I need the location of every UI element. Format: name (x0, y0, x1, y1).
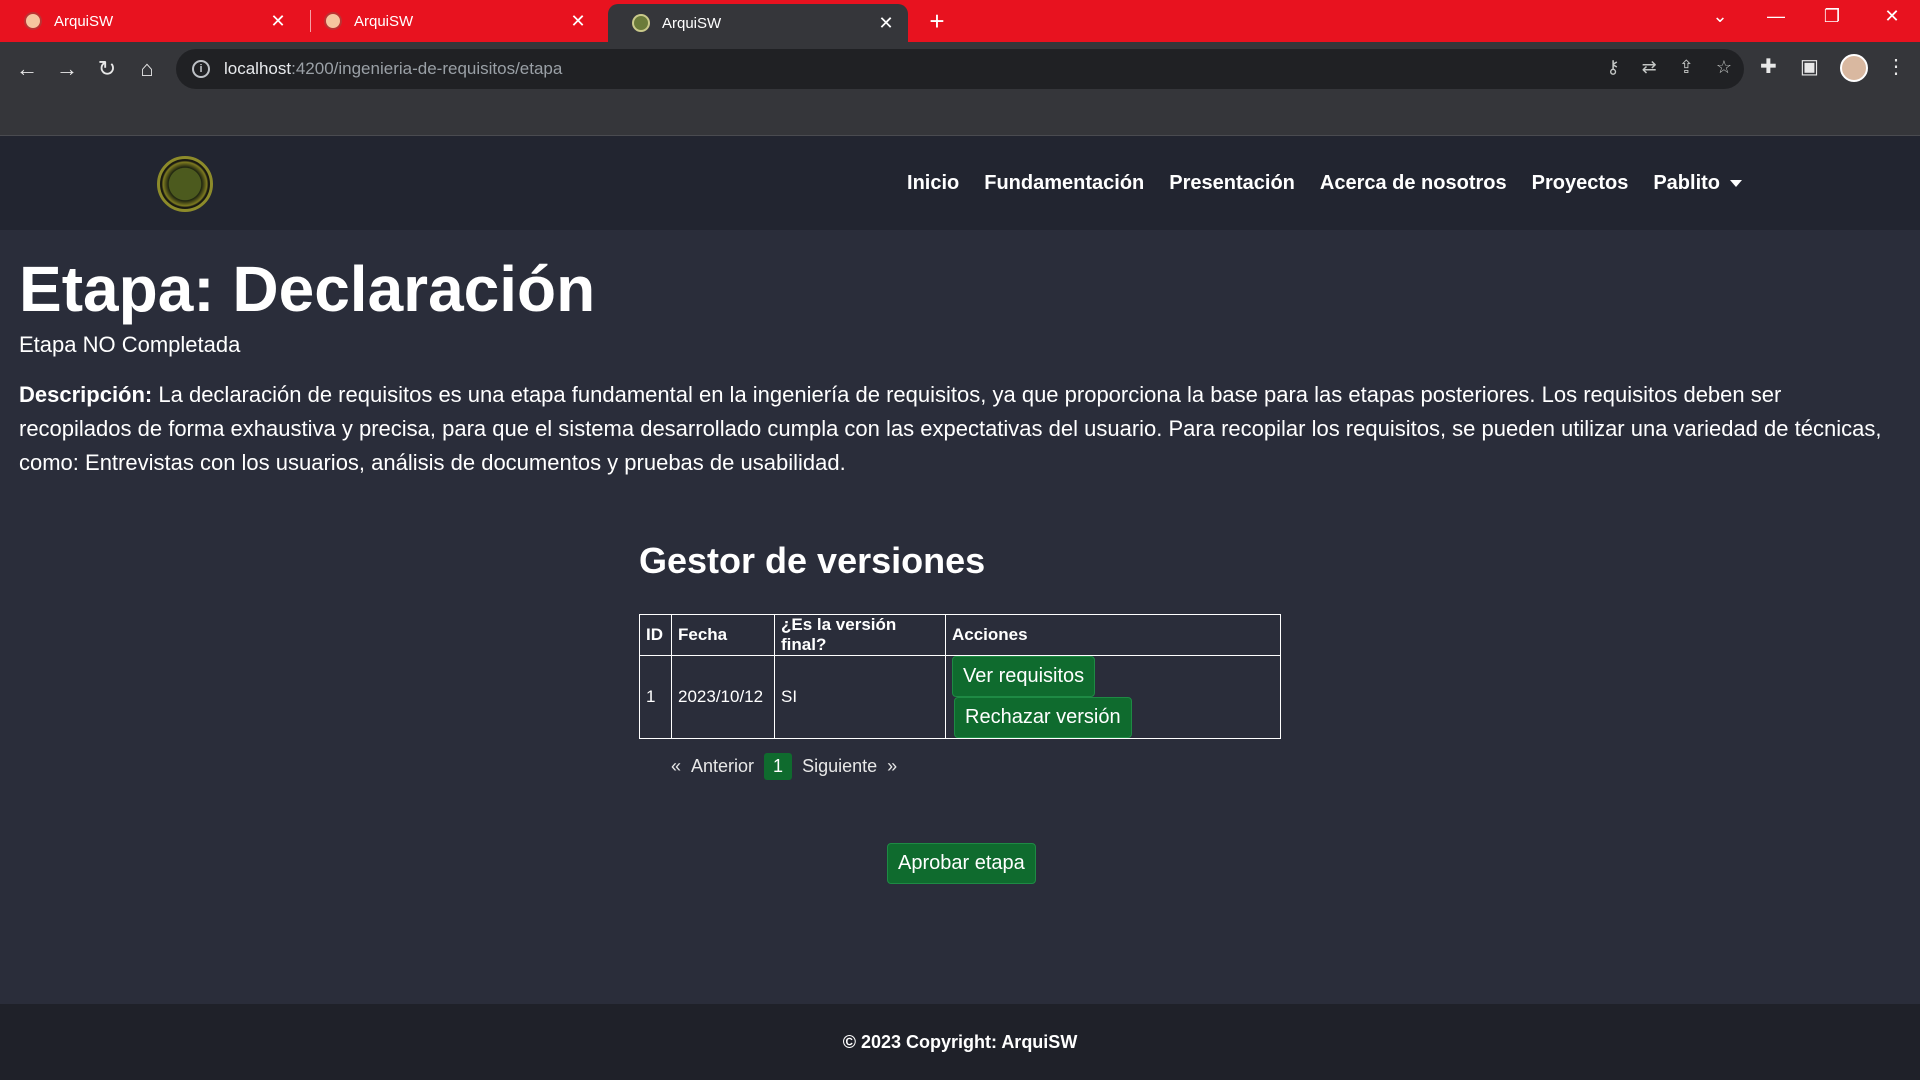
share-icon[interactable]: ⇪ (1679, 57, 1694, 78)
main-content: Etapa: Declaración Etapa NO Completada D… (19, 230, 1899, 480)
star-icon[interactable]: ☆ (1716, 57, 1732, 78)
tab-title: ArquiSW (54, 12, 114, 30)
pager-last[interactable]: » (887, 756, 897, 777)
browser-tab-active[interactable]: ArquiSW ✕ (608, 4, 908, 42)
nav-link-inicio[interactable]: Inicio (907, 172, 959, 195)
site-favicon-icon (324, 12, 342, 30)
restore-icon[interactable]: ❐ (1812, 6, 1852, 27)
cell-final: SI (774, 655, 946, 739)
pager-current-page[interactable]: 1 (764, 753, 793, 780)
minimize-icon[interactable]: — (1756, 6, 1796, 27)
extensions-icon[interactable]: ✚ (1760, 54, 1777, 79)
footer: © 2023 Copyright: ArquiSW (0, 1004, 1920, 1080)
tab-title: ArquiSW (354, 12, 414, 30)
nav-link-presentacion[interactable]: Presentación (1169, 172, 1295, 195)
tab-search-chevron-icon[interactable]: ⌄ (1700, 6, 1740, 27)
tab-title: ArquiSW (662, 14, 722, 32)
version-manager: Gestor de versiones ID Fecha ¿Es la vers… (639, 540, 1281, 780)
stage-status: Etapa NO Completada (19, 332, 241, 357)
user-dropdown[interactable]: Pablito (1653, 172, 1742, 195)
url-path: :4200/ingenieria-de-requisitos/etapa (291, 59, 563, 78)
column-header-fecha: Fecha (671, 614, 775, 656)
key-icon[interactable]: ⚷ (1606, 57, 1619, 78)
approve-stage-button[interactable]: Aprobar etapa (887, 843, 1036, 884)
reload-icon[interactable]: ↻ (92, 54, 122, 84)
close-icon[interactable]: ✕ (568, 11, 588, 32)
site-favicon-icon (24, 12, 42, 30)
profile-avatar[interactable] (1840, 54, 1868, 82)
reject-version-button[interactable]: Rechazar versión (954, 697, 1132, 738)
table-header-row: ID Fecha ¿Es la versión final? Acciones (639, 614, 1281, 656)
description-label: Descripción: (19, 382, 153, 407)
site-info-icon[interactable]: i (192, 60, 210, 78)
browser-tab[interactable]: ArquiSW ✕ (0, 0, 300, 42)
nav-link-proyectos[interactable]: Proyectos (1532, 172, 1629, 195)
translate-icon[interactable]: ⇄ (1642, 57, 1657, 78)
url-host: localhost (224, 59, 292, 78)
view-requirements-button[interactable]: Ver requisitos (952, 656, 1096, 697)
approve-stage-wrapper: Aprobar etapa (887, 843, 1036, 884)
version-manager-title: Gestor de versiones (639, 540, 986, 581)
close-icon[interactable]: ✕ (876, 13, 896, 34)
copyright-text: © 2023 Copyright: ArquiSW (842, 1031, 1078, 1052)
new-tab-icon[interactable]: + (922, 6, 952, 37)
pager-previous[interactable]: Anterior (691, 756, 754, 777)
cell-fecha: 2023/10/12 (671, 655, 775, 739)
browser-toolbar: ← → ↻ ⌂ i localhost:4200/ingenieria-de-r… (0, 42, 1920, 96)
column-header-final: ¿Es la versión final? (774, 614, 946, 656)
pager-first[interactable]: « (671, 756, 681, 777)
menu-icon[interactable]: ⋮ (1886, 54, 1906, 79)
table-row: 1 2023/10/12 SI Ver requisitos Rechazar … (639, 655, 1281, 739)
description-text: La declaración de requisitos es una etap… (19, 382, 1882, 475)
browser-tab[interactable]: ArquiSW ✕ (300, 0, 600, 42)
pager-next[interactable]: Siguiente (802, 756, 877, 777)
close-window-icon[interactable]: ✕ (1872, 6, 1912, 27)
stage-description: Descripción: La declaración de requisito… (19, 378, 1899, 480)
column-header-acciones: Acciones (945, 614, 1281, 656)
home-icon[interactable]: ⌂ (132, 54, 162, 84)
user-name: Pablito (1653, 171, 1720, 194)
nav-link-acerca[interactable]: Acerca de nosotros (1320, 172, 1507, 195)
pagination: « Anterior 1 Siguiente » (671, 753, 1281, 780)
site-navbar: Inicio Fundamentación Presentación Acerc… (0, 136, 1920, 230)
caret-down-icon (1730, 179, 1742, 187)
bookmarks-bar (0, 96, 1920, 136)
forward-icon[interactable]: → (52, 54, 82, 84)
site-favicon-icon (632, 14, 650, 32)
nav-link-fundamentacion[interactable]: Fundamentación (984, 172, 1144, 195)
side-panel-icon[interactable]: ▣ (1800, 54, 1819, 79)
column-header-id: ID (639, 614, 672, 656)
versions-table: ID Fecha ¿Es la versión final? Acciones … (639, 614, 1281, 739)
address-bar[interactable]: i localhost:4200/ingenieria-de-requisito… (176, 49, 1744, 89)
close-icon[interactable]: ✕ (268, 11, 288, 32)
back-icon[interactable]: ← (12, 54, 42, 84)
page-title: Etapa: Declaración (19, 253, 596, 325)
browser-tab-strip: ArquiSW ✕ ArquiSW ✕ ArquiSW ✕ + ⌄ — ❐ ✕ (0, 0, 1920, 42)
site-logo[interactable] (157, 156, 213, 212)
cell-id: 1 (639, 655, 672, 739)
cell-acciones: Ver requisitos Rechazar versión (945, 655, 1281, 739)
